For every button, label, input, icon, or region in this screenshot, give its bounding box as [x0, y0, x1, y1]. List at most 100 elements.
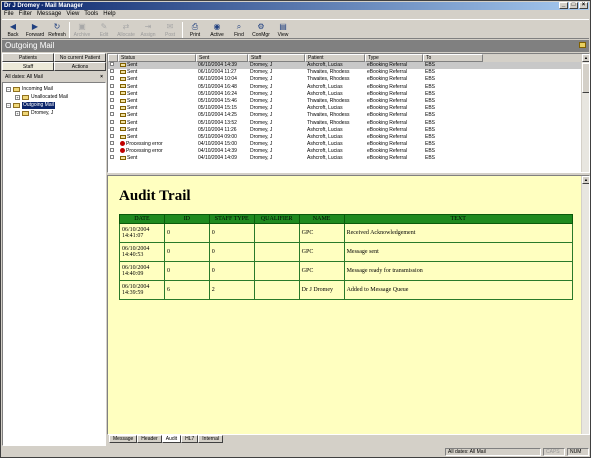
collapse-icon[interactable]: −: [6, 103, 11, 108]
toolbar-refresh-button[interactable]: ↻ Refresh: [46, 20, 68, 39]
column-header-to[interactable]: To: [423, 54, 483, 62]
table-row[interactable]: Sent 05/10/2004 13:52 Dromey, J Thwaites, R…: [108, 119, 589, 127]
checkbox-icon[interactable]: [110, 148, 114, 153]
checkbox-icon[interactable]: [110, 133, 114, 138]
toolbar-back-button[interactable]: ◀ Back: [2, 20, 24, 39]
column-header-status[interactable]: Status: [118, 54, 196, 62]
cell-status: Processing error: [118, 148, 196, 155]
table-row[interactable]: Sent 05/10/2004 09:00 Dromey, J Ashcroft, L…: [108, 133, 589, 141]
toolbar-post-button[interactable]: ✉ Post: [159, 20, 181, 39]
tab-header[interactable]: Header: [137, 435, 162, 443]
row-checkbox[interactable]: [108, 148, 118, 155]
envelope-icon: [120, 77, 126, 82]
toolbar-find-button[interactable]: ⌕ Find: [228, 20, 250, 39]
close-button[interactable]: ×: [579, 2, 588, 9]
table-row[interactable]: Sent 06/10/2004 11:27 Dromey, J Thwaites, R…: [108, 69, 589, 76]
checkbox-icon[interactable]: [110, 69, 114, 74]
row-checkbox[interactable]: [108, 83, 118, 91]
row-checkbox[interactable]: [108, 90, 118, 98]
scroll-thumb[interactable]: [582, 63, 589, 93]
table-row[interactable]: Sent 06/10/2004 14:39 Dromey, J Ashcroft, L…: [108, 62, 589, 70]
toolbar-edit-button[interactable]: ✎ Edit: [93, 20, 115, 39]
minimize-button[interactable]: _: [559, 2, 568, 9]
tree-item-outgoing[interactable]: − Outgoing Mail: [6, 102, 55, 109]
folder-icon[interactable]: [579, 42, 586, 48]
expand-icon[interactable]: +: [15, 111, 20, 116]
toolbar-conmgr-button[interactable]: ⚙ ConMgr: [250, 20, 272, 39]
row-checkbox[interactable]: [108, 62, 118, 69]
checkbox-icon[interactable]: [110, 141, 114, 146]
find-icon: ⌕: [236, 22, 242, 31]
toolbar-forward-button[interactable]: ▶ Forward: [24, 20, 46, 39]
table-row[interactable]: Sent 05/10/2004 15:46 Dromey, J Thwaites, R…: [108, 97, 589, 105]
table-row[interactable]: Sent 05/10/2004 16:24 Dromey, J Ashcroft, L…: [108, 90, 589, 98]
row-checkbox[interactable]: [108, 97, 118, 105]
tab-staff[interactable]: Staff: [2, 62, 54, 71]
checkbox-icon[interactable]: [110, 90, 114, 95]
column-header-sent[interactable]: Sent: [196, 54, 248, 62]
expand-icon[interactable]: +: [15, 95, 20, 100]
toolbar-assign-button[interactable]: ⇥ Assign: [137, 20, 159, 39]
checkbox-icon[interactable]: [110, 97, 114, 102]
column-header-patient[interactable]: Patient: [305, 54, 365, 62]
collapse-icon[interactable]: −: [6, 87, 11, 92]
checkbox-icon[interactable]: [110, 76, 114, 81]
checkbox-icon[interactable]: [110, 119, 114, 124]
scroll-up-icon[interactable]: ▲: [582, 176, 589, 184]
row-checkbox[interactable]: [108, 112, 118, 119]
tab-message[interactable]: Message: [109, 435, 138, 443]
maximize-button[interactable]: □: [569, 2, 578, 9]
tree-item-dromey[interactable]: + Dromey, J: [15, 110, 53, 117]
tab-actions[interactable]: Actions: [54, 62, 106, 71]
cell-staff: Dromey, J: [250, 148, 273, 155]
menu-tools[interactable]: Tools: [84, 10, 98, 19]
checkbox-icon[interactable]: [110, 155, 114, 160]
menu-message[interactable]: Message: [37, 10, 61, 19]
row-checkbox[interactable]: [108, 76, 118, 83]
cell-status: Processing error: [118, 141, 196, 148]
checkbox-icon[interactable]: [110, 105, 114, 110]
row-checkbox[interactable]: [108, 69, 118, 76]
row-checkbox[interactable]: [108, 105, 118, 112]
column-header-check[interactable]: [108, 54, 118, 62]
menu-view[interactable]: View: [66, 10, 79, 19]
checkbox-icon[interactable]: [110, 126, 114, 131]
checkbox-icon[interactable]: [110, 112, 114, 117]
tab-current-patient[interactable]: No current Patient: [54, 53, 106, 62]
row-checkbox[interactable]: [108, 155, 118, 162]
row-checkbox[interactable]: [108, 126, 118, 134]
row-checkbox[interactable]: [108, 133, 118, 141]
toolbar-active-button[interactable]: ◉ Active: [206, 20, 228, 39]
menu-filter[interactable]: Filter: [19, 10, 32, 19]
checkbox-icon[interactable]: [110, 83, 114, 88]
tab-hl7[interactable]: HL7: [181, 435, 199, 443]
toolbar-allocate-button[interactable]: ⇄ Allocate: [115, 20, 137, 39]
table-row[interactable]: Processing error 04/10/2004 15:00 Dromey, …: [108, 141, 589, 148]
table-row[interactable]: Sent 05/10/2004 16:48 Dromey, J Ashcroft, L…: [108, 83, 589, 91]
toolbar-view-button[interactable]: ▤ View: [272, 20, 294, 39]
menu-file[interactable]: File: [4, 10, 14, 19]
checkbox-icon[interactable]: [110, 62, 114, 66]
row-checkbox[interactable]: [108, 141, 118, 148]
table-row[interactable]: Sent 05/10/2004 11:26 Dromey, J Ashcroft, L…: [108, 126, 589, 134]
tree-item-incoming[interactable]: − Incoming Mail: [6, 86, 53, 93]
grid-scrollbar[interactable]: ▲: [581, 54, 589, 172]
scroll-up-icon[interactable]: ▲: [582, 54, 589, 62]
table-row[interactable]: Sent 05/10/2004 14:25 Dromey, J Thwaites, R…: [108, 112, 589, 119]
toolbar-archive-button[interactable]: ▣ Archive: [71, 20, 93, 39]
row-checkbox[interactable]: [108, 119, 118, 127]
tree-item-unallocated[interactable]: + Unallocated Mail: [15, 94, 68, 101]
menu-help[interactable]: Help: [103, 10, 115, 19]
toolbar-print-button[interactable]: ⎙ Print: [184, 20, 206, 39]
table-row[interactable]: Sent 06/10/2004 10:04 Dromey, J Thwaites, R…: [108, 76, 589, 83]
tab-audit[interactable]: Audit: [161, 435, 182, 443]
close-filter-icon[interactable]: ×: [100, 73, 103, 81]
column-header-type[interactable]: Type: [365, 54, 423, 62]
tab-internal[interactable]: Internal: [198, 435, 223, 443]
table-row[interactable]: Sent 05/10/2004 15:15 Dromey, J Ashcroft, L…: [108, 105, 589, 112]
tab-patients[interactable]: Patients: [2, 53, 54, 62]
preview-scrollbar[interactable]: ▲: [581, 176, 589, 434]
table-row[interactable]: Processing error 04/10/2004 14:39 Dromey, …: [108, 148, 589, 155]
column-header-staff[interactable]: Staff: [248, 54, 305, 62]
table-row[interactable]: Sent 04/10/2004 14:09 Dromey, J Ashcroft, L…: [108, 155, 589, 162]
